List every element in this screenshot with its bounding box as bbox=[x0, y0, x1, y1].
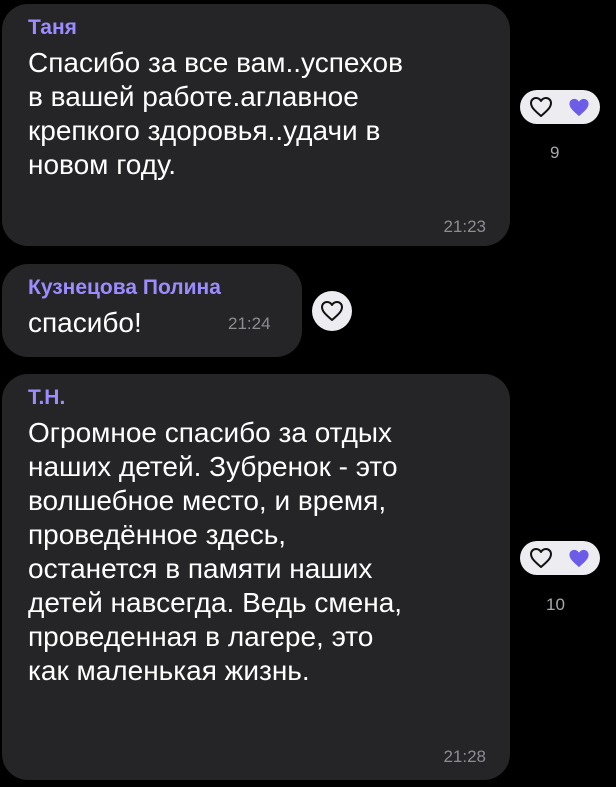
message-text-line: детей навсегда. Ведь смена, bbox=[28, 587, 403, 618]
message-text-line: как маленькая жизнь. bbox=[28, 655, 310, 686]
purple-heart-icon[interactable] bbox=[567, 548, 591, 569]
heart-outline-icon[interactable] bbox=[320, 300, 344, 322]
message-text-line: волшебное место, и время, bbox=[28, 485, 387, 516]
message-text-line: проведенная в лагере, это bbox=[28, 621, 374, 652]
message-time: 21:28 bbox=[443, 747, 486, 766]
message-bubble[interactable]: Таня Спасибо за все вам..успехов в вашей… bbox=[2, 4, 510, 246]
message-text-line: наших детей. Зубренок - это bbox=[28, 451, 398, 482]
message-time: 21:23 bbox=[443, 217, 486, 236]
message-text-line: проведённое здесь, bbox=[28, 519, 287, 550]
reaction-count: 9 bbox=[550, 143, 560, 162]
message-author[interactable]: Кузнецова Полина bbox=[28, 276, 221, 300]
add-reaction-button[interactable] bbox=[312, 291, 352, 331]
message-text-line: крепкого здоровья..удачи в bbox=[28, 115, 381, 146]
message-text-line: Спасибо за все вам..успехов bbox=[28, 47, 403, 78]
purple-heart-icon[interactable] bbox=[567, 97, 591, 118]
message-time: 21:24 bbox=[228, 314, 271, 333]
heart-outline-icon[interactable] bbox=[529, 96, 553, 118]
message-author[interactable]: Т.Н. bbox=[28, 386, 65, 410]
message-author[interactable]: Таня bbox=[28, 16, 77, 40]
message-text-line: Огромное спасибо за отдых bbox=[28, 417, 393, 448]
reaction-pill[interactable] bbox=[520, 90, 600, 124]
message-text-line: останется в памяти наших bbox=[28, 553, 373, 584]
message-text: Огромное спасибо за отдых наших детей. З… bbox=[28, 416, 402, 688]
message-text-line: новом году. bbox=[28, 149, 177, 180]
message-text: Спасибо за все вам..успехов в вашей рабо… bbox=[28, 46, 403, 182]
message-text-line: в вашей работе.аглавное bbox=[28, 81, 359, 112]
reaction-pill[interactable] bbox=[520, 541, 600, 575]
heart-outline-icon[interactable] bbox=[529, 547, 553, 569]
message-text: спасибо! bbox=[28, 306, 142, 340]
message-bubble[interactable]: Кузнецова Полина спасибо! 21:24 bbox=[2, 264, 302, 357]
message-bubble[interactable]: Т.Н. Огромное спасибо за отдых наших дет… bbox=[2, 374, 510, 780]
message-text-line: спасибо! bbox=[28, 307, 142, 338]
reaction-count: 10 bbox=[546, 595, 565, 614]
